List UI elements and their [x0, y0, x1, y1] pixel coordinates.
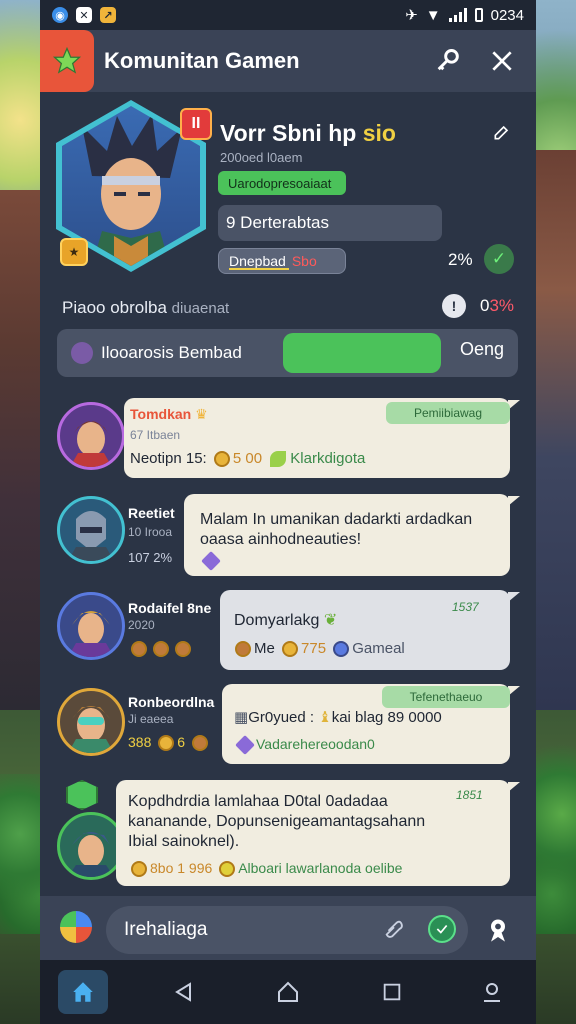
gem-icon — [200, 550, 222, 571]
message-meta: 10 Irooa — [128, 525, 173, 539]
message-line: 8bo 1 996 Alboari lawarlanoda oelibe — [128, 860, 402, 878]
box-app-icon: ✕ — [76, 7, 92, 23]
section-count: 03% — [480, 296, 515, 315]
message-tag: Pemiibiawag — [386, 402, 510, 424]
profile-name: Vorr Sbni hp sio — [220, 120, 396, 146]
message-sender: Rodaifel 8ne — [128, 600, 212, 616]
edit-icon[interactable] — [490, 120, 514, 144]
message-sender: Tomdkan ♛ — [130, 406, 208, 422]
crown-icon: ♛ — [195, 406, 208, 422]
mic-icon[interactable] — [428, 915, 456, 943]
avatar[interactable] — [57, 496, 125, 564]
signal-icon — [448, 8, 467, 22]
profile-status-pill[interactable]: Uarodopresoaiaat — [218, 171, 346, 195]
progress-fill — [229, 268, 289, 270]
home-icon[interactable] — [58, 970, 108, 1014]
clock-time: 0234 — [490, 6, 524, 24]
recents-icon[interactable] — [376, 976, 408, 1008]
app-header: Komunitan Gamen — [40, 30, 536, 92]
background-bush-right — [532, 734, 576, 934]
avatar[interactable] — [57, 688, 125, 756]
profile-subtitle: 200oed l0aem — [220, 150, 303, 165]
reaction-coins — [128, 640, 194, 658]
attach-icon[interactable] — [380, 915, 408, 943]
check-icon[interactable]: ✓ — [484, 244, 514, 274]
message-line: ▦Gr0yued : ♝kai blag 89 0000 — [234, 709, 442, 726]
group-search-row[interactable]: Ilooarosis Bembad Oeng — [57, 329, 518, 377]
home-nav-icon[interactable] — [272, 976, 304, 1008]
rank-badge: II — [180, 108, 212, 140]
wifi-icon: ▼ — [425, 6, 441, 24]
close-icon[interactable] — [482, 41, 522, 81]
page-title: Komunitan Gamen — [104, 48, 300, 73]
chart-app-icon: ↗ — [100, 7, 116, 23]
join-area[interactable] — [283, 333, 441, 373]
message-meta-2: 107 2% — [128, 550, 173, 565]
avatar[interactable] — [57, 402, 125, 470]
settings-pin-icon[interactable] — [480, 912, 516, 948]
round-app-icon: ◉ — [52, 7, 68, 23]
message-sender: Ronbeordlna — [128, 694, 215, 710]
info-icon[interactable]: ! — [442, 294, 466, 318]
trophy-icon: ♝ — [318, 709, 332, 726]
message-tag: 1851 — [456, 788, 483, 802]
grid-icon: ▦ — [234, 709, 249, 726]
coin-icon — [213, 451, 230, 468]
airplane-icon: ✈ — [405, 7, 418, 24]
message-line-2: Vadarehereoodan0 — [234, 735, 375, 756]
profile-stats-box[interactable]: 9 Derterabtas — [218, 205, 442, 241]
message-meta: Ji eaeea — [128, 712, 174, 726]
message-tag: Tefenethaeuo — [382, 686, 510, 708]
status-bar: ◉ ✕ ↗ ✈ ▼ 0234 — [40, 0, 536, 30]
avatar[interactable] — [57, 592, 125, 660]
level-badge: ★ — [60, 238, 88, 266]
avatar[interactable] — [57, 812, 125, 880]
message-tag: 1537 — [452, 600, 479, 614]
star-icon[interactable] — [40, 30, 94, 92]
group-avatar — [71, 342, 93, 364]
progress-bar[interactable]: Dnepbad Sbo — [218, 248, 346, 274]
message-line: Me 775 Gameal — [232, 640, 405, 658]
chat-section-label: Piaoo obrolba diuaenat — [62, 298, 230, 317]
group-name: Ilooarosis Bembad — [101, 343, 242, 362]
leaf-icon — [270, 451, 287, 468]
message-stats: 388 6 — [128, 734, 211, 752]
message-sender: Reetiet — [128, 505, 175, 521]
background-house-right — [532, 150, 576, 710]
group-action-button[interactable]: Oeng — [460, 339, 504, 360]
message-meta: 67 Itbaen — [130, 428, 181, 442]
back-icon[interactable] — [168, 976, 200, 1008]
message-meta: 2020 — [128, 618, 155, 632]
chat-input[interactable]: Irehaliaga — [106, 906, 468, 954]
emoji-picker-icon[interactable] — [60, 911, 92, 943]
profile-nav-icon[interactable] — [476, 976, 508, 1008]
key-icon[interactable] — [428, 41, 468, 81]
message-text: Kopdhdrdia lamlahaa D0tal 0adadaa kanana… — [128, 793, 426, 850]
battery-icon — [474, 8, 483, 22]
message-title: Domyarlakg ❦ — [234, 612, 338, 629]
message-line: Neotipn 15: 5 00 Klarkdigota — [130, 450, 366, 468]
message-text: Malam In umanikan dadarkti ardadkan oaas… — [200, 511, 473, 548]
progress-percent: 2% — [448, 250, 473, 269]
